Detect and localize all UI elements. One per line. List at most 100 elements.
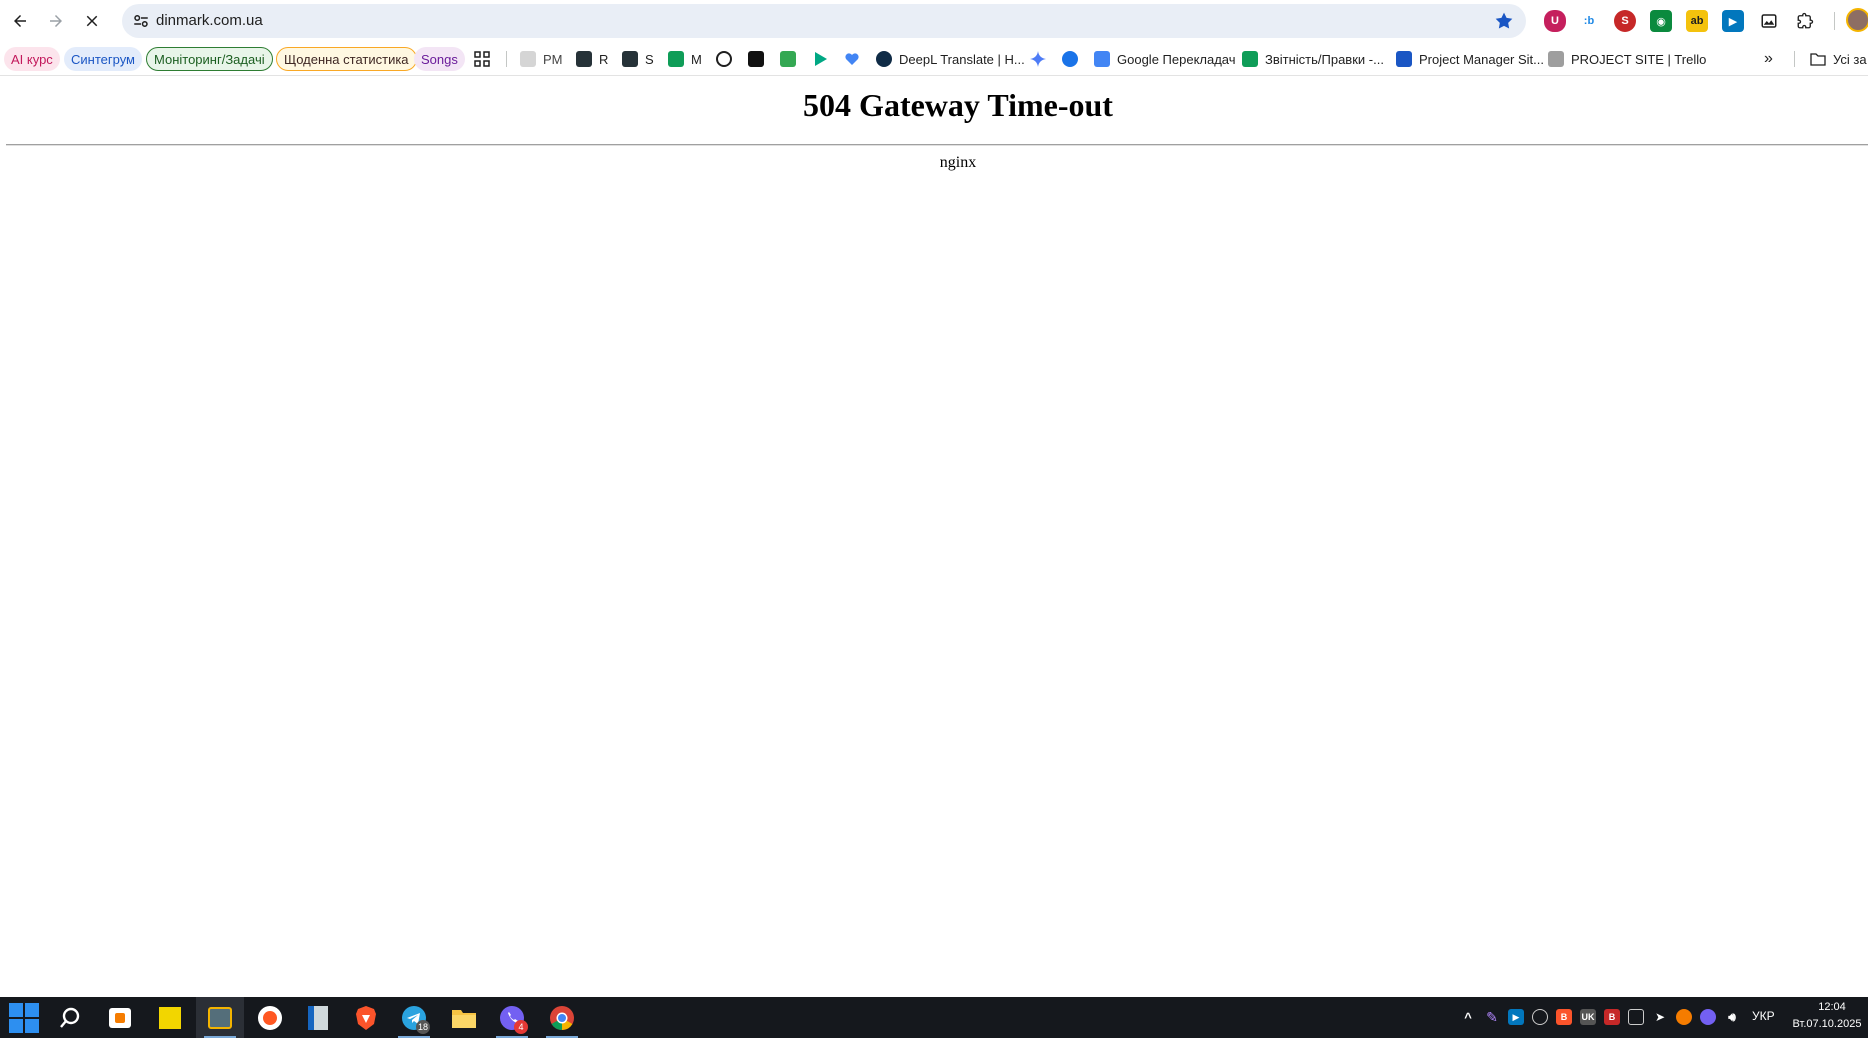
url-text[interactable]: dinmark.com.ua [156,12,263,29]
bookmark-label: Project Manager Sit... [1419,51,1544,67]
bookmark-black-app[interactable] [748,47,764,71]
bookmark-r[interactable]: R [576,47,608,71]
chatgpt-icon [716,51,732,67]
ublock-icon[interactable]: U [1544,10,1566,32]
bookmark-project-site[interactable]: PROJECT SITE | Trello [1548,47,1706,71]
bookmark-label: M [691,51,702,67]
bookmark-heart[interactable] [844,47,860,71]
back-button[interactable] [4,5,36,37]
address-bar[interactable]: dinmark.com.ua [122,4,1526,38]
extensions-puzzle-icon[interactable] [1794,10,1816,32]
close-icon [86,15,98,27]
extension-green-icon[interactable]: ◉ [1650,10,1672,32]
apps-grid-button[interactable] [474,47,490,71]
speaker-icon[interactable]: 🔊︎ [1724,1009,1740,1025]
folder-icon [1810,53,1826,66]
google-translate-icon [1094,51,1110,67]
headset-icon[interactable] [1532,1009,1548,1025]
taskbar-brave[interactable] [342,997,390,1038]
extension-blue-icon[interactable]: ▶ [1722,10,1744,32]
bitwarden-icon[interactable]: :b [1578,10,1600,32]
toolbar-divider [1834,12,1835,30]
search-icon [60,1007,80,1028]
bookmark-project-manager[interactable]: Project Manager Sit... [1396,47,1544,71]
tray-red-app-icon[interactable]: B [1604,1009,1620,1025]
horizontal-rule [6,144,1868,146]
uk-language-icon[interactable]: UK [1580,1009,1596,1025]
taskbar-sticky-notes[interactable] [146,997,194,1038]
extension-red-icon[interactable]: S [1614,10,1636,32]
taskbar-app-orange[interactable] [96,997,144,1038]
viber-tray-icon[interactable] [1700,1009,1716,1025]
viber-badge: 4 [514,1020,528,1034]
tray-orange-app-icon[interactable] [1676,1009,1692,1025]
bookmark-gemini[interactable] [1030,47,1046,71]
bookmark-blue-circle[interactable] [1062,47,1078,71]
search-button[interactable] [46,997,94,1038]
taskbar-viber[interactable]: 4 [488,997,536,1038]
profile-avatar[interactable] [1846,8,1868,32]
taskbar-chrome[interactable] [538,997,586,1038]
image-extension-icon[interactable] [1758,10,1780,32]
page-title: 504 Gateway Time-out [803,87,1113,123]
bookmark-label: R [599,51,609,67]
taskbar-active-app[interactable] [196,997,244,1038]
active-app-icon [208,1006,232,1029]
bookmark-label: Усі за [1833,51,1867,67]
bookmarks-overflow-button[interactable]: » [1764,47,1773,71]
bookmarks-bar: AI курс Синтегрум Моніторинг/Задачі Щоде… [0,42,1868,76]
extension-yellow-icon[interactable]: ab [1686,10,1708,32]
heart-icon [845,53,859,65]
tray-blue-app-icon[interactable]: ▶ [1508,1009,1524,1025]
site-info-icon[interactable] [132,12,150,30]
windows-start-icon [9,1002,39,1033]
bookmark-google-translate[interactable]: Google Перекладач [1094,47,1236,71]
bookmark-star-icon[interactable] [1494,11,1514,31]
arrow-right-icon [50,15,62,27]
bookmark-pm[interactable]: PM [520,47,563,71]
clock-time[interactable]: 12:04 [1800,1001,1864,1013]
start-button[interactable] [0,997,48,1038]
clock-date[interactable]: Вт.07.10.2025 [1786,1018,1868,1030]
bookmark-label: Google Перекладач [1117,51,1236,67]
bookmark-label: DeepL Translate | H... [899,51,1025,67]
bookmark-songs[interactable]: Songs [414,47,465,71]
bookmark-daily-stats[interactable]: Щоденна статистика [276,47,417,71]
gemini-icon [1030,51,1046,67]
bookmark-syntegrum[interactable]: Синтегрум [64,47,142,71]
opera-icon [258,1005,282,1030]
forward-button[interactable] [40,5,72,37]
server-name: nginx [939,154,977,171]
bookmark-ai-course[interactable]: AI курс [4,47,60,71]
bookmarks-separator [1794,51,1795,67]
bookmark-favicon-icon [622,51,638,67]
all-bookmarks-folder[interactable]: Усі за [1810,47,1867,71]
stop-loading-button[interactable] [76,5,108,37]
sheets-icon [668,51,684,67]
bookmark-play[interactable] [812,47,828,71]
bookmark-s[interactable]: S [622,47,654,71]
bookmark-reports[interactable]: Звітність/Правки -... [1242,47,1384,71]
taskbar-opera[interactable] [246,997,294,1038]
pen-icon[interactable]: ✎ [1484,1009,1500,1025]
bookmark-favicon-icon [520,51,536,67]
chrome-icon [550,1005,574,1030]
play-icon [815,52,827,66]
brave-tray-icon[interactable]: B [1556,1009,1572,1025]
show-hidden-icons-chevron-icon[interactable]: ^ [1460,1009,1476,1025]
taskbar-file-explorer[interactable] [440,997,488,1038]
bookmark-monitoring[interactable]: Моніторинг/Задачі [146,47,273,71]
telegram-badge: 18 [416,1020,430,1034]
network-icon[interactable] [1628,1009,1644,1025]
bookmark-deepl[interactable]: DeepL Translate | H... [876,47,1025,71]
bookmark-label: Звітність/Правки -... [1265,51,1384,67]
taskbar-document[interactable] [294,997,342,1038]
telegram-tray-icon[interactable]: ➤ [1652,1009,1668,1025]
bookmark-chatgpt[interactable] [716,47,732,71]
arrow-left-icon [14,15,26,27]
brave-icon [356,1005,376,1030]
bookmark-m[interactable]: M [668,47,702,71]
taskbar-telegram[interactable]: 18 [390,997,438,1038]
keyboard-language[interactable]: УКР [1752,1009,1775,1023]
bookmark-meet[interactable] [780,47,796,71]
